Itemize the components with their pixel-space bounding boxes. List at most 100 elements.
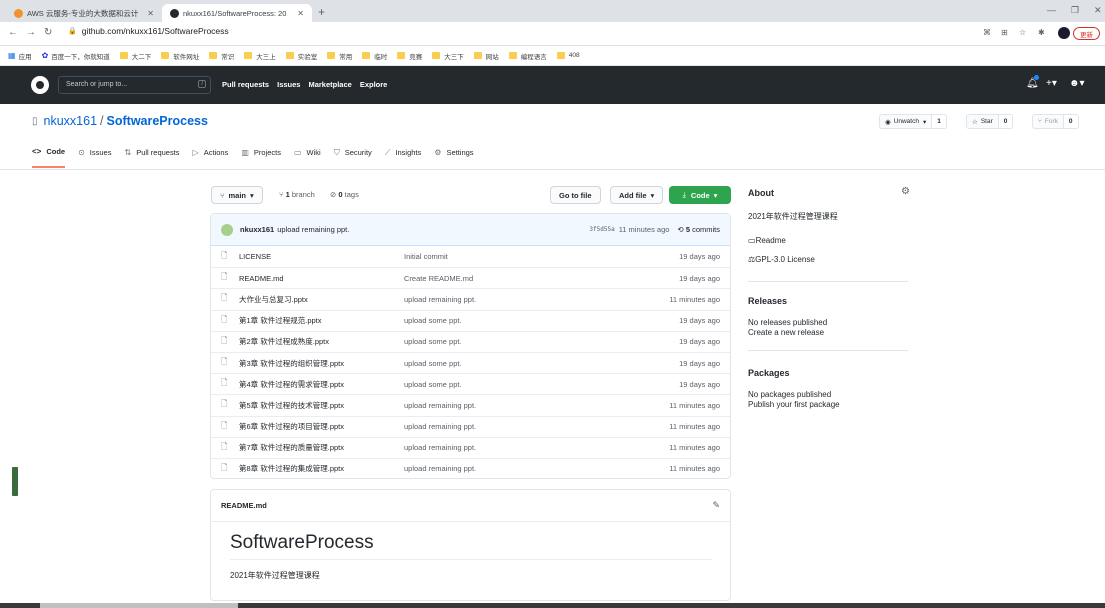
file-commit-message[interactable]: upload some ppt. [404,359,462,368]
file-row[interactable]: 🗋︎ 第8章 软件过程的集成管理.pptx upload remaining ppt… [211,457,730,479]
bookmark-folder[interactable]: 常识 [209,51,234,61]
star-button[interactable]: ☆ Star [966,114,999,129]
tab-pull-requests[interactable]: ⇅ Pull requests [124,147,179,168]
bookmark-folder[interactable]: 大三上 [244,51,276,61]
releases-title[interactable]: Releases [748,296,787,306]
avatar[interactable] [221,223,233,236]
nav-pull-requests[interactable]: Pull requests [222,80,269,89]
file-commit-message[interactable]: upload remaining ppt. [404,464,476,473]
commit-sha[interactable]: 3f5d55a [589,226,614,233]
back-icon[interactable]: ← [8,27,18,38]
edit-pencil-icon[interactable]: ✎ [712,500,720,511]
nav-explore[interactable]: Explore [360,80,388,89]
file-name-link[interactable]: 第2章 软件过程成熟度.pptx [239,336,404,347]
file-commit-message[interactable]: upload remaining ppt. [404,401,476,410]
bookmark-folder[interactable]: 408 [556,52,580,59]
fork-count[interactable]: 0 [1063,114,1079,129]
nav-marketplace[interactable]: Marketplace [308,80,351,89]
file-commit-message[interactable]: Initial commit [404,252,448,261]
update-button[interactable]: 更新 [1073,27,1100,40]
bookmark-folder[interactable]: 临时 [362,51,387,61]
file-row[interactable]: 🗋︎ 大作业与总复习.pptx upload remaining ppt. 11 mi… [211,288,730,309]
watch-button[interactable]: ◉ Unwatch ▾ [879,114,933,129]
file-row[interactable]: 🗋︎ 第7章 软件过程的质量管理.pptx upload remaining ppt… [211,436,730,458]
tab-wiki[interactable]: ▭ Wiki [294,147,321,168]
bookmark-folder[interactable]: 网站 [473,51,499,61]
browser-tab-aws[interactable]: AWS 云服务-专业的大数据和云计 ✕ [6,4,162,22]
side-panel-handle[interactable] [12,467,18,496]
branches-link[interactable]: ⑂ 1 branch [279,190,315,199]
bookmark-folder[interactable]: 大二下 [119,51,151,61]
tab-issues[interactable]: ⊙ Issues [78,147,111,168]
publish-package-link[interactable]: Publish your first package [748,400,840,409]
minimize-icon[interactable]: — [1047,5,1056,15]
file-commit-message[interactable]: upload remaining ppt. [404,422,476,431]
file-commit-message[interactable]: Create README.md [404,274,473,283]
fork-button[interactable]: ⑂ Fork [1032,114,1064,129]
tab-settings[interactable]: ⚙ Settings [434,147,473,168]
tab-projects[interactable]: ▥ Projects [241,147,281,168]
browser-tab-github[interactable]: nkuxx161/SoftwareProcess: 20 ✕ [162,4,312,22]
file-commit-message[interactable]: upload some ppt. [404,337,462,346]
file-row[interactable]: 🗋︎ 第1章 软件过程规范.pptx upload some ppt. 19 days… [211,309,730,331]
close-tab-icon[interactable]: ✕ [143,9,154,18]
about-settings-gear-icon[interactable]: ⚙ [901,186,910,197]
file-name-link[interactable]: 第7章 软件过程的质量管理.pptx [239,442,404,453]
new-tab-button[interactable]: + [318,5,325,19]
file-row[interactable]: 🗋︎ 第2章 软件过程成熟度.pptx upload some ppt. 19 day… [211,330,730,352]
forward-icon[interactable]: → [26,27,36,38]
file-name-link[interactable]: 第6章 软件过程的项目管理.pptx [239,421,404,432]
file-commit-message[interactable]: upload remaining ppt. [404,443,476,452]
file-row[interactable]: 🗋︎ 第4章 软件过程的需求管理.pptx upload some ppt. 19 d… [211,373,730,394]
commit-message[interactable]: upload remaining ppt. [277,225,349,234]
file-name-link[interactable]: 第8章 软件过程的集成管理.pptx [239,463,404,474]
bookmark-folder[interactable]: 编程语言 [508,51,547,61]
tab-security[interactable]: ⛉ Security [334,147,372,168]
readme-link[interactable]: ▭Readme [748,236,786,245]
repo-name-link[interactable]: SoftwareProcess [107,114,208,128]
file-row[interactable]: 🗋︎ 第5章 软件过程的技术管理.pptx upload remaining ppt… [211,394,730,415]
create-new-icon[interactable]: +▾ [1046,78,1057,89]
file-name-link[interactable]: 第5章 软件过程的技术管理.pptx [239,400,404,411]
file-row[interactable]: 🗋︎ 第3章 软件过程的组织管理.pptx upload some ppt. 19 d… [211,351,730,373]
file-row[interactable]: 🗋︎ README.md Create README.md 19 days ago [211,267,730,288]
go-to-file-button[interactable]: Go to file [550,186,601,204]
branch-select-button[interactable]: ⑂ main ▾ [211,186,263,204]
tab-insights[interactable]: ⟋ Insights [385,147,421,168]
file-name-link[interactable]: LICENSE [239,252,404,261]
reload-icon[interactable]: ↻ [44,27,52,38]
bottom-scrollbar[interactable] [0,603,1105,608]
file-commit-message[interactable]: upload some ppt. [404,380,462,389]
commit-author[interactable]: nkuxx161 [240,225,274,234]
user-avatar-menu[interactable]: ☻▾ [1069,78,1085,89]
create-release-link[interactable]: Create a new release [748,328,824,337]
tab-actions[interactable]: ▷ Actions [193,147,229,168]
close-tab-icon[interactable]: ✕ [293,9,304,18]
profile-avatar[interactable] [1058,27,1070,39]
bookmark-folder[interactable]: 大三下 [432,51,464,61]
file-row[interactable]: 🗋︎ LICENSE Initial commit 19 days ago [211,246,730,267]
bookmark-star-icon[interactable]: ☆ [1019,28,1026,37]
file-name-link[interactable]: 大作业与总复习.pptx [239,294,404,305]
file-commit-message[interactable]: upload some ppt. [404,316,462,325]
commits-link[interactable]: ⟲ 5 commits [677,225,720,234]
bookmark-baidu[interactable]: ✿ 百度一下，你就知道 [42,51,110,61]
bookmark-folder[interactable]: 常用 [327,51,352,61]
file-name-link[interactable]: README.md [239,274,404,283]
restore-icon[interactable]: ❐ [1071,5,1079,16]
license-link[interactable]: ⚖GPL-3.0 License [748,255,815,264]
add-file-button[interactable]: Add file ▾ [610,186,664,204]
tab-code[interactable]: <> Code [32,147,66,168]
repo-owner-link[interactable]: nkuxx161 [44,114,98,128]
file-commit-message[interactable]: upload remaining ppt. [404,295,476,304]
tags-link[interactable]: ⊘ 0 tags [330,190,359,199]
file-name-link[interactable]: 第1章 软件过程规范.pptx [239,315,404,326]
bookmark-folder[interactable]: 实验室 [285,51,317,61]
close-window-icon[interactable]: ✕ [1094,5,1102,16]
bookmark-apps[interactable]: ▦ 应用 [8,51,32,61]
bookmark-folder[interactable]: 竞赛 [397,51,422,61]
file-name-link[interactable]: 第3章 软件过程的组织管理.pptx [239,358,404,369]
url-field[interactable]: 🔒 github.com/nkuxx161/SoftwareProcess [68,26,229,36]
watch-count[interactable]: 1 [932,114,947,129]
extension-icon[interactable]: ⊞ [1001,28,1008,37]
